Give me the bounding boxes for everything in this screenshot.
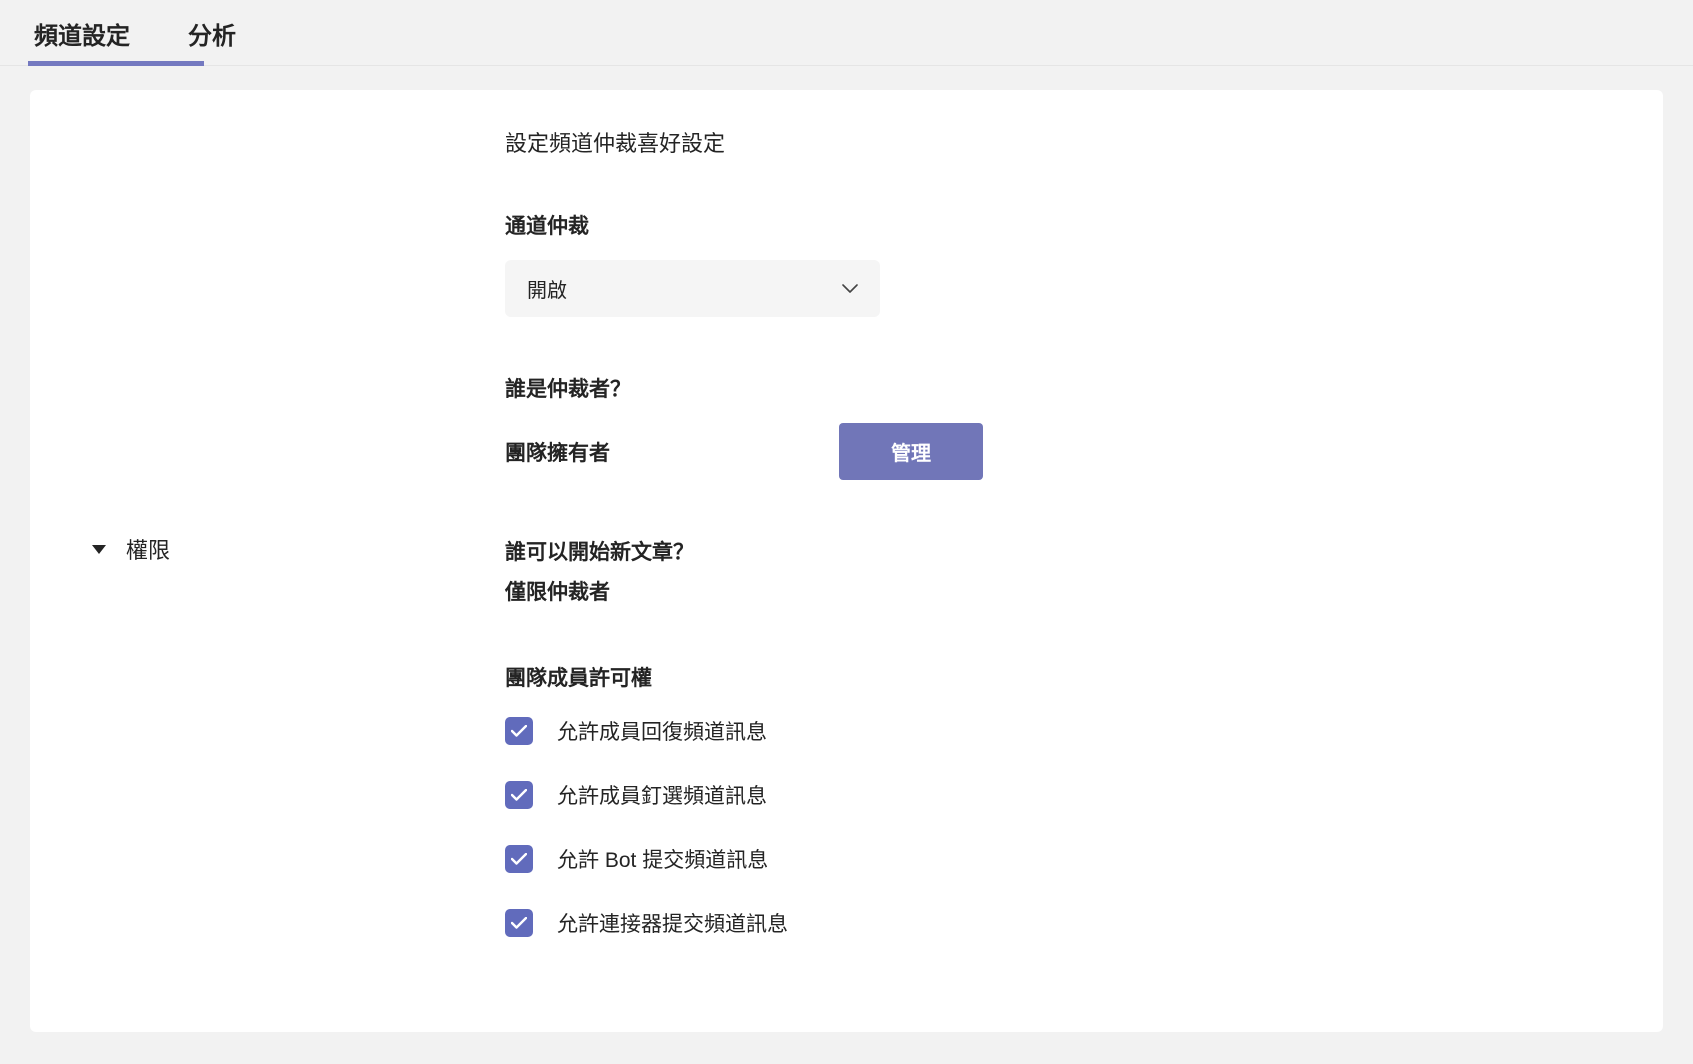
moderators-value: 團隊擁有者 [505,437,610,467]
section-header-permissions[interactable]: 權限 [70,126,505,972]
moderation-dropdown[interactable]: 開啟 [505,260,880,317]
tab-channel-settings[interactable]: 頻道設定 [30,8,134,65]
moderators-label: 誰是仲裁者？ [505,373,1623,403]
permission-item: 允許成員回復頻道訊息 [505,716,1623,746]
tab-bar: 頻道設定 分析 [0,0,1693,66]
permission-label: 允許成員釘選頻道訊息 [557,780,767,810]
permission-label: 允許 Bot 提交頻道訊息 [557,844,768,874]
newposts-label: 誰可以開始新文章？ [505,536,1623,566]
permission-item: 允許 Bot 提交頻道訊息 [505,844,1623,874]
permission-item: 允許連接器提交頻道訊息 [505,908,1623,938]
section-description: 設定頻道仲裁喜好設定 [505,126,1623,158]
manage-moderators-button[interactable]: 管理 [839,423,983,480]
moderation-label: 通道仲裁 [505,210,1623,240]
section-title: 權限 [126,533,170,565]
permission-checkbox-bot[interactable] [505,845,533,873]
newposts-value: 僅限仲裁者 [505,576,1623,606]
permission-checkbox-pin[interactable] [505,781,533,809]
settings-card: 權限 設定頻道仲裁喜好設定 通道仲裁 開啟 誰是仲裁者？ 團隊擁有者 管理 誰可… [30,90,1663,1032]
section-body: 設定頻道仲裁喜好設定 通道仲裁 開啟 誰是仲裁者？ 團隊擁有者 管理 誰可以開始… [505,126,1623,972]
chevron-down-icon [842,284,858,294]
permission-checkbox-reply[interactable] [505,717,533,745]
caret-down-icon [92,545,106,554]
tab-analytics[interactable]: 分析 [184,8,240,65]
member-permissions-heading: 團隊成員許可權 [505,662,1623,692]
permission-checkbox-connector[interactable] [505,909,533,937]
permission-item: 允許成員釘選頻道訊息 [505,780,1623,810]
permission-label: 允許連接器提交頻道訊息 [557,908,788,938]
permission-label: 允許成員回復頻道訊息 [557,716,767,746]
moderation-dropdown-value: 開啟 [527,274,567,303]
